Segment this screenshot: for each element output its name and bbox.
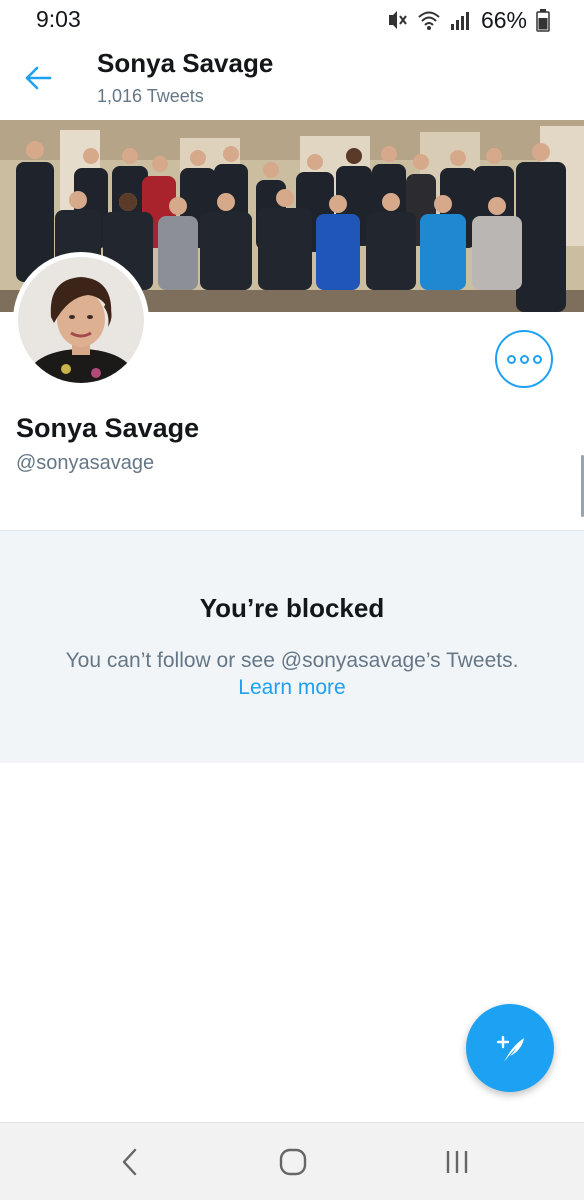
status-icons: 66% xyxy=(386,6,550,34)
wifi-icon xyxy=(418,11,440,30)
status-bar: 9:03 66% xyxy=(0,0,584,40)
profile-handle: @sonyasavage xyxy=(16,452,155,474)
signal-icon xyxy=(450,12,469,30)
more-options-icon xyxy=(519,354,529,364)
avatar[interactable] xyxy=(13,252,149,388)
compose-tweet-button[interactable] xyxy=(466,1004,554,1092)
profile-header: Sonya Savage 1,016 Tweets xyxy=(0,40,584,120)
tweet-count: 1,016 Tweets xyxy=(97,86,204,106)
battery-icon xyxy=(536,9,550,32)
back-button[interactable] xyxy=(18,58,58,98)
battery-percent: 66% xyxy=(480,6,527,33)
header-title: Sonya Savage xyxy=(97,48,274,78)
blocked-description: You can’t follow or see @sonyasavage’s T… xyxy=(65,649,519,672)
status-time: 9:03 xyxy=(36,6,81,32)
nav-home-button[interactable] xyxy=(263,1137,323,1187)
blocked-title: You’re blocked xyxy=(199,593,385,623)
recents-nav-icon xyxy=(446,1151,468,1173)
mute-vibrate-icon xyxy=(388,11,407,29)
learn-more-link[interactable]: Learn more xyxy=(0,676,584,700)
nav-recents-button[interactable] xyxy=(427,1137,487,1187)
back-arrow-icon xyxy=(25,66,52,90)
home-nav-icon xyxy=(279,1148,307,1176)
blocked-notice: You’re blocked You can’t follow or see @… xyxy=(0,531,584,763)
compose-tweet-icon xyxy=(496,1035,524,1062)
nav-back-button[interactable] xyxy=(100,1137,160,1187)
back-nav-icon xyxy=(122,1148,137,1176)
more-options-icon xyxy=(532,354,542,364)
system-nav-bar xyxy=(0,1122,584,1200)
avatar-photo xyxy=(18,257,144,383)
more-options-button[interactable] xyxy=(495,330,553,388)
more-options-icon xyxy=(506,354,516,364)
profile-name: Sonya Savage xyxy=(16,413,200,443)
